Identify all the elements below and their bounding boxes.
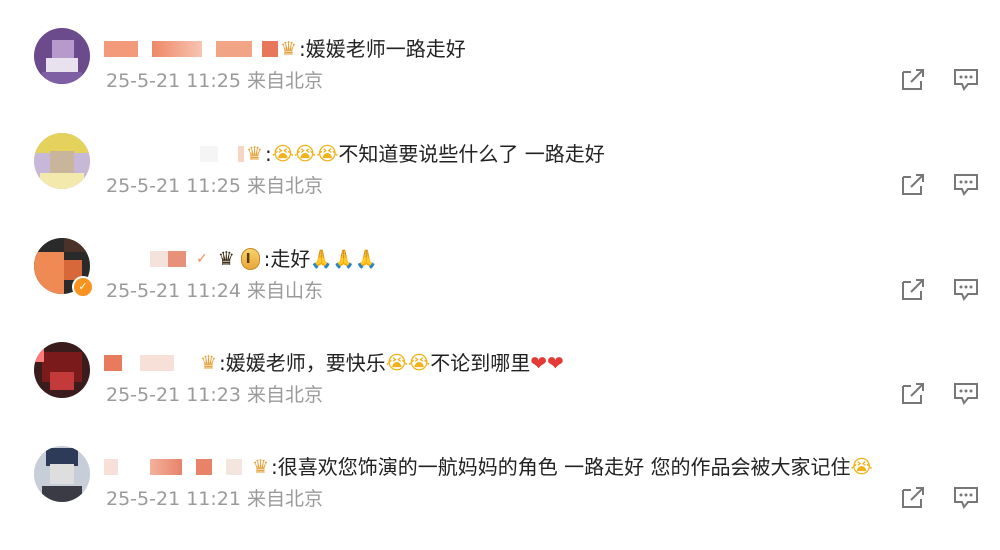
comment-text: :走好 <box>263 247 311 271</box>
crying-emoji-icon: 😭 <box>316 143 339 165</box>
verified-badge-icon: ✓ <box>72 276 94 298</box>
comment-header: ♛ : 😭 😭 😭 不知道要说些什么了 一路走好 <box>200 139 605 169</box>
comment-meta: 25-5-21 11:21 来自北京 <box>106 484 323 511</box>
username-mosaic[interactable] <box>152 41 202 57</box>
username-mosaic[interactable] <box>104 355 122 371</box>
username-mosaic[interactable] <box>200 146 218 162</box>
avatar[interactable] <box>34 28 90 84</box>
comment-item: ♛ :很喜欢您饰演的一航妈妈的角色 一路走好 您的作品会被大家记住 😭 25-5… <box>0 446 1000 550</box>
pray-emoji-icon: 🙏 <box>310 248 333 270</box>
pray-emoji-icon: 🙏 <box>355 248 378 270</box>
crying-emoji-icon: 😭 <box>385 352 408 374</box>
comment-time: 25-5-21 11:25 <box>106 70 241 92</box>
pray-emoji-icon: 🙏 <box>332 248 356 270</box>
avatar[interactable] <box>34 342 90 398</box>
level-badge[interactable]: I <box>240 248 260 270</box>
comment-meta: 25-5-21 11:23 来自北京 <box>106 380 323 407</box>
username-mosaic[interactable] <box>104 41 138 57</box>
comment-header: ♛ :很喜欢您饰演的一航妈妈的角色 一路走好 您的作品会被大家记住 😭 <box>104 452 873 482</box>
comment-location: 来自北京 <box>247 70 324 92</box>
username-mosaic[interactable] <box>238 146 244 162</box>
reply-icon[interactable] <box>952 66 980 92</box>
crying-emoji-icon: 😭 <box>271 143 294 165</box>
crown-fan-badge-icon[interactable]: ♛ <box>252 457 269 477</box>
comment-header: ♛ :媛媛老师，要快乐 😭 😭 不论到哪里 ❤ ❤ <box>104 348 564 378</box>
crying-emoji-icon: 😭 <box>850 456 873 478</box>
comment-meta: 25-5-21 11:25 来自北京 <box>106 171 323 198</box>
comment-meta: 25-5-21 11:25 来自北京 <box>106 66 323 93</box>
heart-emoji-icon: ❤ <box>546 351 564 375</box>
comment-text-after: 不论到哪里 <box>430 351 531 375</box>
crown-fan-badge-icon[interactable]: ♛ <box>246 144 263 164</box>
crying-emoji-icon: 😭 <box>294 143 317 165</box>
share-icon[interactable] <box>899 380 927 406</box>
username-mosaic[interactable] <box>150 459 182 475</box>
share-icon[interactable] <box>899 171 927 197</box>
reply-icon[interactable] <box>952 171 980 197</box>
crown-fan-badge-icon[interactable]: ♛ <box>200 353 217 373</box>
comment-time: 25-5-21 11:23 <box>106 384 241 406</box>
comment-text: :媛媛老师，要快乐 <box>219 351 386 375</box>
share-icon[interactable] <box>899 66 927 92</box>
username-mosaic[interactable] <box>168 251 186 267</box>
username-mosaic[interactable] <box>150 251 168 267</box>
comment-time: 25-5-21 11:25 <box>106 175 241 197</box>
comment-time: 25-5-21 11:24 <box>106 280 241 302</box>
comment-location: 来自北京 <box>247 175 324 197</box>
reply-icon[interactable] <box>952 380 980 406</box>
crown-level-badge-icon[interactable]: ♛ <box>218 249 235 269</box>
crying-emoji-icon: 😭 <box>408 352 431 374</box>
comment-header: ♛ :媛媛老师一路走好 <box>104 34 466 64</box>
comment-header: ✓ ♛ I :走好 🙏 🙏 🙏 <box>150 244 378 274</box>
crown-fan-badge-icon[interactable]: ♛ <box>280 39 297 59</box>
comment-meta: 25-5-21 11:24 来自山东 <box>106 276 323 303</box>
comment-location: 来自北京 <box>247 384 324 406</box>
comment-item: ♛ : 😭 😭 😭 不知道要说些什么了 一路走好 25-5-21 11:25 来… <box>0 133 1000 237</box>
comment-item: ♛ :媛媛老师，要快乐 😭 😭 不论到哪里 ❤ ❤ 25-5-21 11:23 … <box>0 342 1000 446</box>
username-mosaic[interactable] <box>226 459 242 475</box>
comment-text: :很喜欢您饰演的一航妈妈的角色 一路走好 您的作品会被大家记住 <box>271 455 851 479</box>
reply-icon[interactable] <box>952 484 980 510</box>
username-mosaic[interactable] <box>196 459 212 475</box>
comment-location: 来自北京 <box>247 488 324 510</box>
share-icon[interactable] <box>899 276 927 302</box>
share-icon[interactable] <box>899 484 927 510</box>
heart-emoji-icon: ❤ <box>530 351 547 375</box>
username-mosaic[interactable] <box>216 41 252 57</box>
avatar[interactable] <box>34 133 90 189</box>
reply-icon[interactable] <box>952 276 980 302</box>
comment-location: 来自山东 <box>247 280 324 302</box>
comment-text: 不知道要说些什么了 一路走好 <box>338 142 605 166</box>
comment-item: ✓ ✓ ♛ I :走好 🙏 🙏 🙏 25-5-21 11:24 来自山东 <box>0 238 1000 342</box>
comment-item: ♛ :媛媛老师一路走好 25-5-21 11:25 来自北京 <box>0 28 1000 132</box>
comment-time: 25-5-21 11:21 <box>106 488 241 510</box>
comment-text: :媛媛老师一路走好 <box>299 37 466 61</box>
check-mark-icon: ✓ <box>196 251 208 267</box>
username-mosaic[interactable] <box>104 459 118 475</box>
username-mosaic[interactable] <box>140 355 174 371</box>
username-mosaic[interactable] <box>262 41 278 57</box>
avatar[interactable] <box>34 446 90 502</box>
